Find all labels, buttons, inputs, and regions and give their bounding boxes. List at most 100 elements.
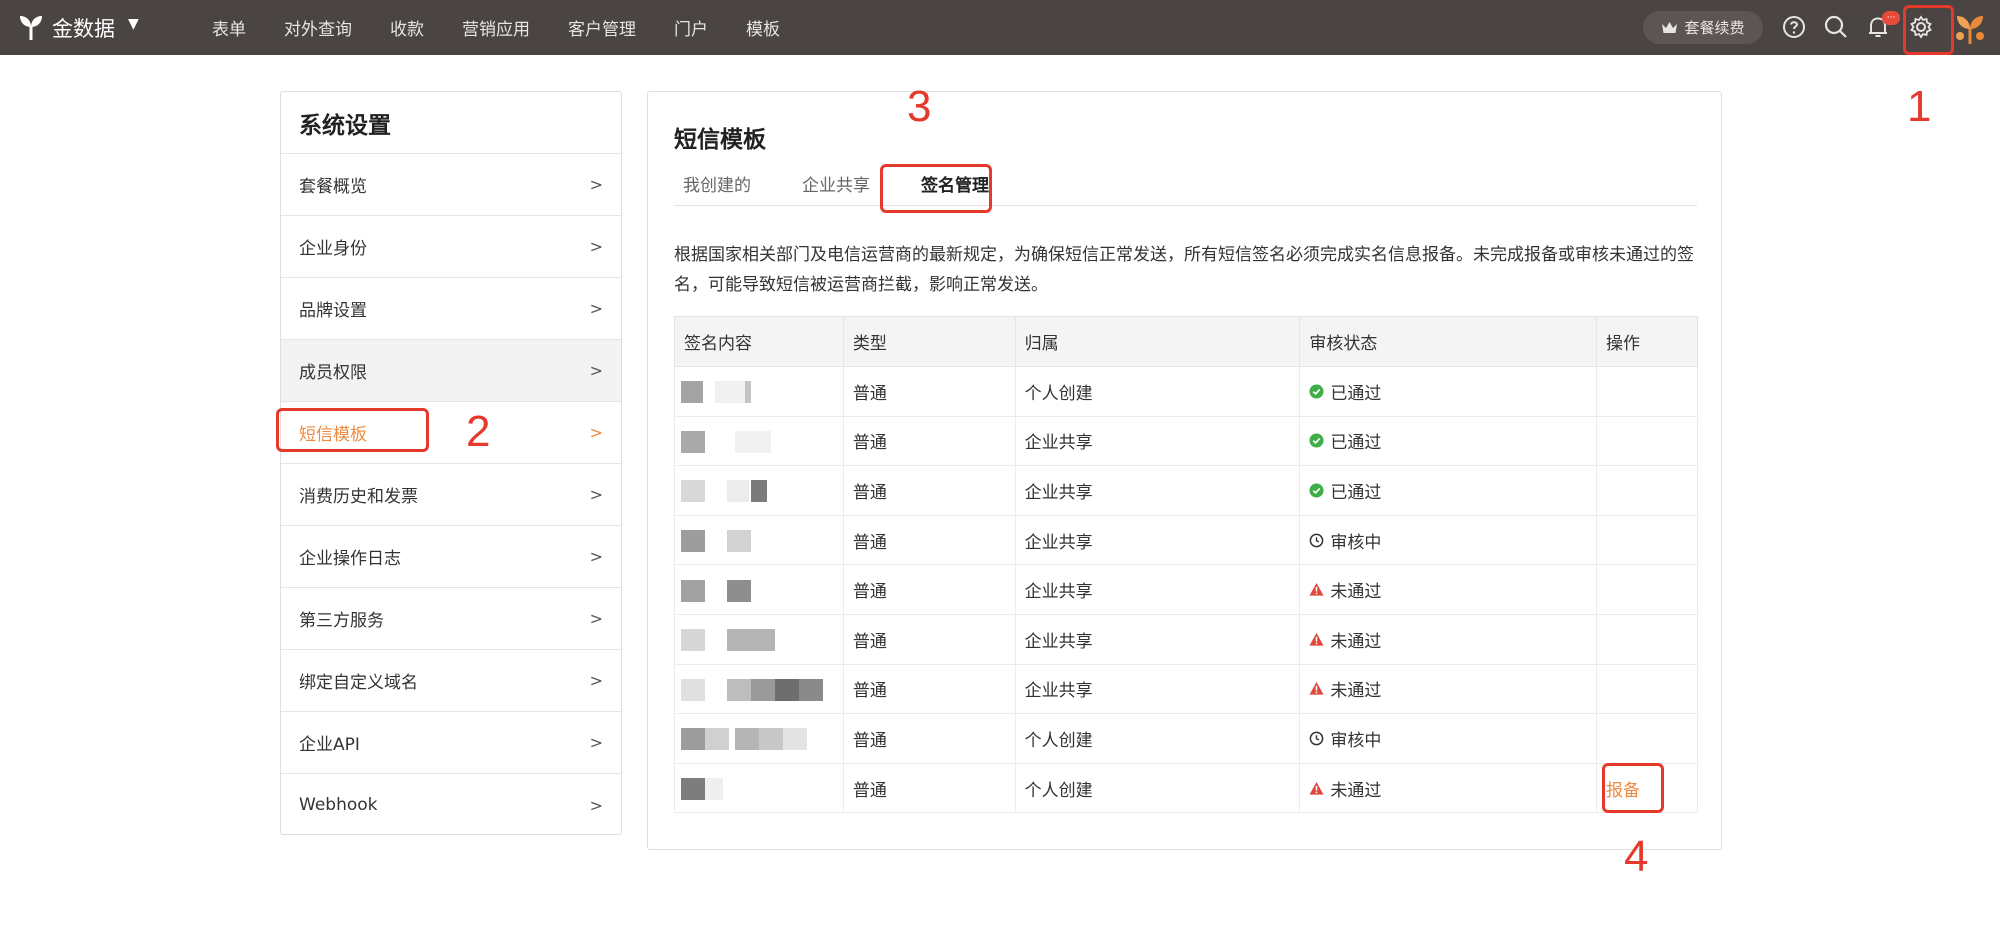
table-row: 普通 企业共享 审核中: [674, 514, 1698, 566]
template-tabs: 我创建的 企业共享 签名管理: [674, 166, 1697, 206]
signature-notice: 根据国家相关部门及电信运营商的最新规定，为确保短信正常发送，所有短信签名必须完成…: [674, 245, 1694, 295]
review-status-label: 未通过: [1330, 582, 1382, 603]
sidebar-item-webhook[interactable]: Webhook >: [281, 774, 621, 836]
sidebar-item-custom-domain[interactable]: 绑定自定义域名 >: [281, 650, 621, 712]
action-cell: [1596, 514, 1698, 566]
type-cell: 普通: [842, 663, 1016, 715]
action-cell: [1596, 366, 1698, 417]
warning-triangle-icon: [1309, 632, 1324, 646]
owner-cell: 企业共享: [1014, 465, 1301, 516]
action-cell: [1596, 713, 1698, 764]
nav-item-templates[interactable]: 模板: [746, 15, 780, 40]
column-header-signature: 签名内容: [674, 316, 844, 367]
signature-table: 签名内容 类型 归属 审核状态 操作 普通 个人创建 已通过 普通 企业共享 已通过 普通企…: [674, 316, 1698, 814]
sidebar-item-label: 消费历史和发票: [299, 487, 418, 507]
tab-enterprise-shared[interactable]: 企业共享: [793, 166, 879, 206]
type-cell: 普通: [842, 762, 1016, 814]
signature-content-cell: [674, 514, 844, 566]
sms-template-panel: 短信模板 我创建的 企业共享 签名管理 根据国家相关部门及电信运营商的最新规定，…: [647, 91, 1722, 850]
sidebar-item-enterprise-api[interactable]: 企业API >: [281, 712, 621, 774]
nav-item-marketing[interactable]: 营销应用: [462, 15, 530, 40]
page-title: 短信模板: [674, 127, 766, 153]
annotation-box-settings: [1903, 5, 1954, 55]
sidebar-item-label: 企业操作日志: [299, 549, 401, 569]
sidebar-item-label: 绑定自定义域名: [299, 673, 418, 693]
nav-item-public-query[interactable]: 对外查询: [284, 15, 352, 40]
nav-item-payments[interactable]: 收款: [390, 15, 424, 40]
type-cell: 普通: [842, 465, 1016, 516]
review-status-cell: 审核中: [1299, 514, 1598, 566]
sidebar-item-label: 企业身份: [299, 239, 367, 259]
table-row: 普通 个人创建 已通过: [674, 366, 1698, 417]
sidebar-item-plan-overview[interactable]: 套餐概览 >: [281, 154, 621, 216]
clock-icon: [1310, 533, 1324, 547]
help-icon[interactable]: [1781, 14, 1807, 40]
nav-item-portal[interactable]: 门户: [674, 15, 708, 40]
jinshuju-logo-icon[interactable]: [14, 10, 48, 44]
sidebar-item-enterprise-identity[interactable]: 企业身份 >: [281, 216, 621, 278]
user-avatar[interactable]: [1952, 10, 1988, 46]
chevron-right-icon: >: [589, 485, 603, 504]
column-header-type: 类型: [842, 316, 1016, 367]
review-status-label: 已通过: [1330, 482, 1382, 503]
sidebar-item-billing-history[interactable]: 消费历史和发票 >: [281, 464, 621, 526]
owner-cell: 企业共享: [1014, 613, 1301, 665]
signature-content-cell: [674, 564, 844, 615]
table-row: 普通 企业共享 未通过: [674, 663, 1698, 715]
warning-triangle-icon: [1309, 682, 1324, 695]
brand-name[interactable]: 金数据: [52, 13, 115, 43]
table-row: 普通 企业共享 未通过: [674, 564, 1698, 615]
type-cell: 普通: [842, 366, 1016, 417]
owner-cell: 个人创建: [1014, 762, 1301, 814]
check-circle-icon: [1309, 483, 1324, 498]
action-cell: [1596, 613, 1698, 665]
sidebar-item-label: 企业API: [299, 735, 360, 755]
chevron-right-icon: >: [589, 671, 603, 690]
top-navigation-bar: 金数据 ▼ 表单 对外查询 收款 营销应用 客户管理 门户 模板 套餐续费 ··…: [0, 0, 2000, 55]
check-circle-icon: [1309, 384, 1324, 399]
table-row: 普通 企业共享 未通过: [674, 613, 1698, 665]
signature-content-cell: [674, 762, 844, 814]
review-status-label: 未通过: [1330, 681, 1382, 702]
notification-badge: ···: [1882, 11, 1900, 25]
sidebar-item-label: 第三方服务: [299, 611, 384, 631]
review-status-label: 已通过: [1330, 383, 1382, 404]
sidebar-item-brand-settings[interactable]: 品牌设置 >: [281, 278, 621, 340]
chevron-right-icon: >: [589, 299, 603, 318]
tab-created-by-me[interactable]: 我创建的: [674, 166, 760, 206]
sidebar-item-label: 品牌设置: [299, 301, 367, 321]
blurred-signature-image: [681, 376, 843, 406]
type-cell: 普通: [842, 613, 1016, 665]
chevron-right-icon: >: [589, 361, 603, 380]
review-status-cell: 未通过: [1299, 564, 1598, 615]
owner-cell: 个人创建: [1014, 366, 1301, 417]
review-status-label: 审核中: [1330, 532, 1382, 553]
plan-renew-button[interactable]: 套餐续费: [1643, 11, 1763, 44]
annotation-number-1: 1: [1907, 82, 1932, 131]
review-status-cell: 已通过: [1299, 366, 1598, 417]
sidebar-item-operation-log[interactable]: 企业操作日志 >: [281, 526, 621, 588]
table-row: 普通 个人创建 审核中: [674, 713, 1698, 764]
signature-content-cell: [674, 663, 844, 715]
signature-content-cell: [674, 415, 844, 467]
annotation-number-2: 2: [466, 407, 491, 456]
nav-item-forms[interactable]: 表单: [212, 15, 246, 40]
plan-renew-label: 套餐续费: [1684, 19, 1745, 37]
chevron-right-icon: >: [589, 795, 603, 815]
check-circle-icon: [1309, 433, 1324, 448]
type-cell: 普通: [842, 415, 1016, 467]
sidebar-item-third-party[interactable]: 第三方服务 >: [281, 588, 621, 650]
caret-down-icon[interactable]: ▼: [128, 16, 139, 32]
blurred-signature-image: [681, 475, 843, 505]
action-cell: [1596, 663, 1698, 715]
main-nav: 表单 对外查询 收款 营销应用 客户管理 门户 模板: [212, 0, 818, 55]
annotation-box-report-action: [1602, 763, 1664, 813]
nav-item-customers[interactable]: 客户管理: [568, 15, 636, 40]
chevron-right-icon: >: [589, 733, 603, 752]
clock-icon: [1310, 731, 1324, 746]
blurred-signature-image: [681, 525, 843, 555]
sidebar-item-member-permissions[interactable]: 成员权限 >: [281, 340, 621, 402]
search-icon[interactable]: [1823, 14, 1849, 40]
owner-cell: 企业共享: [1014, 663, 1301, 715]
owner-cell: 企业共享: [1014, 415, 1301, 467]
